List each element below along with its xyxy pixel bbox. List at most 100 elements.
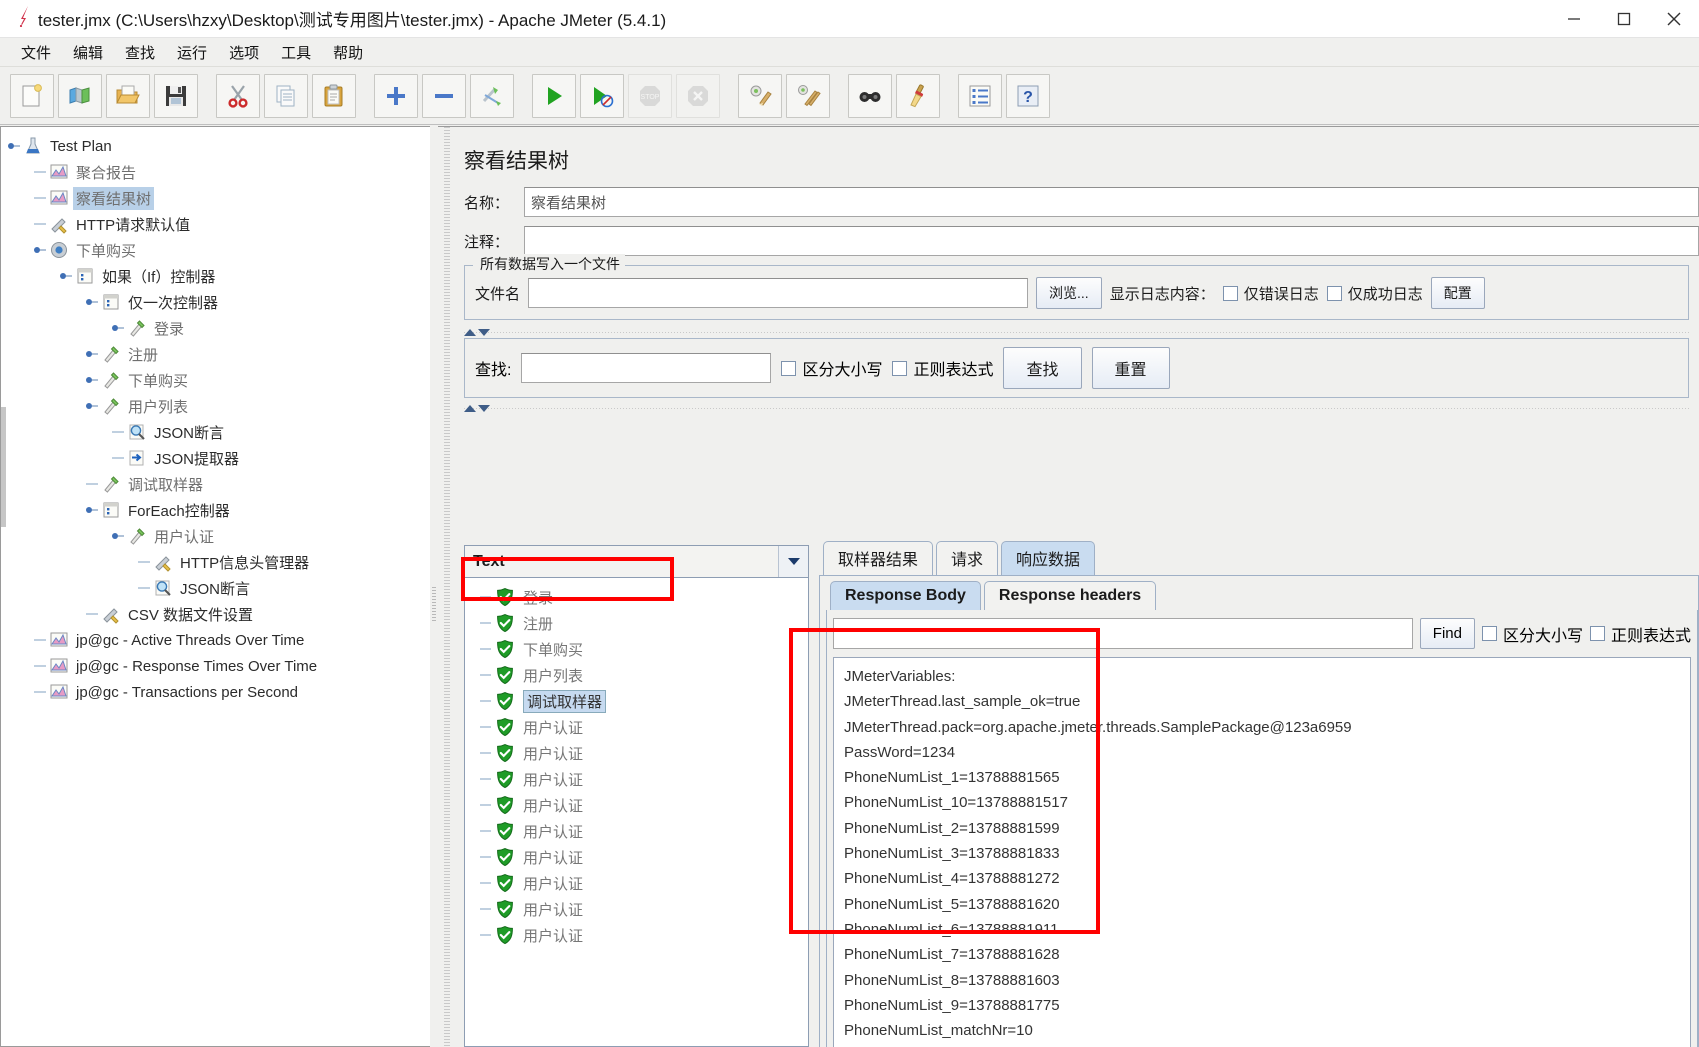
horizontal-splitter[interactable] bbox=[430, 126, 438, 1047]
menu-edit[interactable]: 编辑 bbox=[62, 40, 114, 65]
response-find-input[interactable] bbox=[833, 618, 1413, 649]
panel-divider[interactable] bbox=[464, 326, 1689, 338]
result-tabs[interactable]: 取样器结果 请求 响应数据 bbox=[819, 541, 1699, 575]
search-regex-box[interactable] bbox=[892, 360, 908, 376]
tree-item-6[interactable]: 仅一次控制器 bbox=[1, 289, 430, 315]
save-icon[interactable] bbox=[154, 73, 198, 118]
menu-run[interactable]: 运行 bbox=[166, 40, 218, 65]
result-item-13[interactable]: 用户认证 bbox=[465, 922, 808, 948]
response-subtab-1[interactable]: Response headers bbox=[983, 581, 1157, 610]
tree-item-11[interactable]: JSON断言 bbox=[1, 419, 430, 445]
start-no-pauses-icon[interactable] bbox=[580, 73, 624, 118]
configure-button[interactable]: 配置 bbox=[1430, 277, 1485, 309]
tree-expand-handle-icon[interactable] bbox=[7, 135, 21, 157]
errors-only-checkbox-box[interactable] bbox=[1222, 285, 1238, 301]
menu-options[interactable]: 选项 bbox=[218, 40, 270, 65]
tree-item-7[interactable]: 登录 bbox=[1, 315, 430, 341]
tree-item-5[interactable]: 如果（If）控制器 bbox=[1, 263, 430, 289]
tree-item-16[interactable]: HTTP信息头管理器 bbox=[1, 549, 430, 575]
response-regex-checkbox[interactable]: 正则表达式 bbox=[1589, 622, 1691, 646]
response-subtabs[interactable]: Response Body Response headers bbox=[826, 581, 1698, 610]
chevron-down-icon[interactable] bbox=[778, 546, 808, 577]
expand-all-icon[interactable] bbox=[374, 73, 418, 118]
tree-item-10[interactable]: 用户列表 bbox=[1, 393, 430, 419]
reset-button[interactable]: 重置 bbox=[1091, 347, 1170, 389]
collapse-all-icon[interactable] bbox=[422, 73, 466, 118]
result-item-7[interactable]: 用户认证 bbox=[465, 766, 808, 792]
open-icon[interactable] bbox=[106, 73, 150, 118]
success-only-checkbox[interactable]: 仅成功日志 bbox=[1326, 283, 1423, 304]
tree-item-15[interactable]: 用户认证 bbox=[1, 523, 430, 549]
tree-item-8[interactable]: 注册 bbox=[1, 341, 430, 367]
find-button[interactable]: 查找 bbox=[1003, 347, 1082, 389]
result-item-6[interactable]: 用户认证 bbox=[465, 740, 808, 766]
function-helper-icon[interactable] bbox=[958, 73, 1002, 118]
result-item-1[interactable]: 注册 bbox=[465, 610, 808, 636]
close-button[interactable] bbox=[1649, 0, 1699, 38]
response-case-sensitive-checkbox[interactable]: 区分大小写 bbox=[1481, 622, 1583, 646]
result-item-9[interactable]: 用户认证 bbox=[465, 818, 808, 844]
help-icon[interactable]: ? bbox=[1006, 73, 1050, 118]
tree-item-2[interactable]: 察看结果树 bbox=[1, 185, 430, 211]
response-find-button[interactable]: Find bbox=[1419, 618, 1475, 649]
result-item-2[interactable]: 下单购买 bbox=[465, 636, 808, 662]
result-item-10[interactable]: 用户认证 bbox=[465, 844, 808, 870]
start-icon[interactable] bbox=[532, 73, 576, 118]
tree-expand-handle-icon[interactable] bbox=[59, 265, 73, 287]
collapse-down-icon[interactable] bbox=[478, 328, 490, 336]
result-item-0[interactable]: 登录 bbox=[465, 584, 808, 610]
tree-item-0[interactable]: Test Plan bbox=[1, 133, 430, 159]
paste-icon[interactable] bbox=[312, 73, 356, 118]
tree-item-14[interactable]: ForEach控制器 bbox=[1, 497, 430, 523]
tree-item-19[interactable]: jp@gc - Active Threads Over Time bbox=[1, 627, 430, 653]
menu-help[interactable]: 帮助 bbox=[322, 40, 374, 65]
search-case-sensitive-checkbox[interactable]: 区分大小写 bbox=[781, 356, 882, 380]
minimize-button[interactable] bbox=[1549, 0, 1599, 38]
templates-icon[interactable] bbox=[58, 73, 102, 118]
tree-item-12[interactable]: JSON提取器 bbox=[1, 445, 430, 471]
results-collapse-up-icon[interactable] bbox=[464, 404, 476, 412]
clear-all-icon[interactable] bbox=[786, 73, 830, 118]
name-input[interactable] bbox=[524, 187, 1699, 217]
tree-expand-handle-icon[interactable] bbox=[85, 395, 99, 417]
copy-icon[interactable] bbox=[264, 73, 308, 118]
result-item-12[interactable]: 用户认证 bbox=[465, 896, 808, 922]
menu-file[interactable]: 文件 bbox=[10, 40, 62, 65]
test-plan-tree-panel[interactable]: Test Plan 聚合报告 察看结果树 HTTP请求默认值 下单购买 如果（If）控制器… bbox=[0, 126, 430, 1047]
menu-tools[interactable]: 工具 bbox=[270, 40, 322, 65]
result-tab-1[interactable]: 请求 bbox=[936, 541, 999, 575]
result-item-8[interactable]: 用户认证 bbox=[465, 792, 808, 818]
search-regex-checkbox[interactable]: 正则表达式 bbox=[892, 356, 993, 380]
browse-button[interactable]: 浏览... bbox=[1036, 277, 1102, 309]
panel-drag-strip[interactable] bbox=[444, 127, 450, 1047]
tree-item-1[interactable]: 聚合报告 bbox=[1, 159, 430, 185]
result-item-4[interactable]: 调试取样器 bbox=[465, 688, 808, 714]
filename-input[interactable] bbox=[528, 278, 1029, 308]
response-body-text[interactable]: JMeterVariables: JMeterThread.last_sample… bbox=[833, 657, 1691, 1047]
response-regex-box[interactable] bbox=[1589, 626, 1605, 641]
new-icon[interactable] bbox=[10, 73, 54, 118]
collapse-up-icon[interactable] bbox=[464, 328, 476, 336]
clear-icon[interactable] bbox=[738, 73, 782, 118]
tree-expand-handle-icon[interactable] bbox=[111, 525, 125, 547]
tree-item-4[interactable]: 下单购买 bbox=[1, 237, 430, 263]
tree-item-18[interactable]: CSV 数据文件设置 bbox=[1, 601, 430, 627]
tree-item-20[interactable]: jp@gc - Response Times Over Time bbox=[1, 653, 430, 679]
search-input[interactable] bbox=[521, 353, 772, 383]
result-item-5[interactable]: 用户认证 bbox=[465, 714, 808, 740]
reset-search-icon[interactable] bbox=[896, 73, 940, 118]
tree-item-3[interactable]: HTTP请求默认值 bbox=[1, 211, 430, 237]
response-case-sensitive-box[interactable] bbox=[1481, 626, 1497, 641]
render-type-combo[interactable]: Text bbox=[464, 545, 809, 578]
tree-expand-handle-icon[interactable] bbox=[85, 499, 99, 521]
results-tree[interactable]: 登录 注册 下单购买 用户列表 调试取样器 用户认证 用户认证 用户认证 用户认证 用户认证 用户认… bbox=[464, 578, 809, 1047]
maximize-button[interactable] bbox=[1599, 0, 1649, 38]
tree-expand-handle-icon[interactable] bbox=[85, 291, 99, 313]
comment-input[interactable] bbox=[524, 226, 1699, 256]
cut-icon[interactable] bbox=[216, 73, 260, 118]
search-icon[interactable] bbox=[848, 73, 892, 118]
result-item-3[interactable]: 用户列表 bbox=[465, 662, 808, 688]
toggle-icon[interactable] bbox=[470, 73, 514, 118]
result-item-11[interactable]: 用户认证 bbox=[465, 870, 808, 896]
tree-item-9[interactable]: 下单购买 bbox=[1, 367, 430, 393]
